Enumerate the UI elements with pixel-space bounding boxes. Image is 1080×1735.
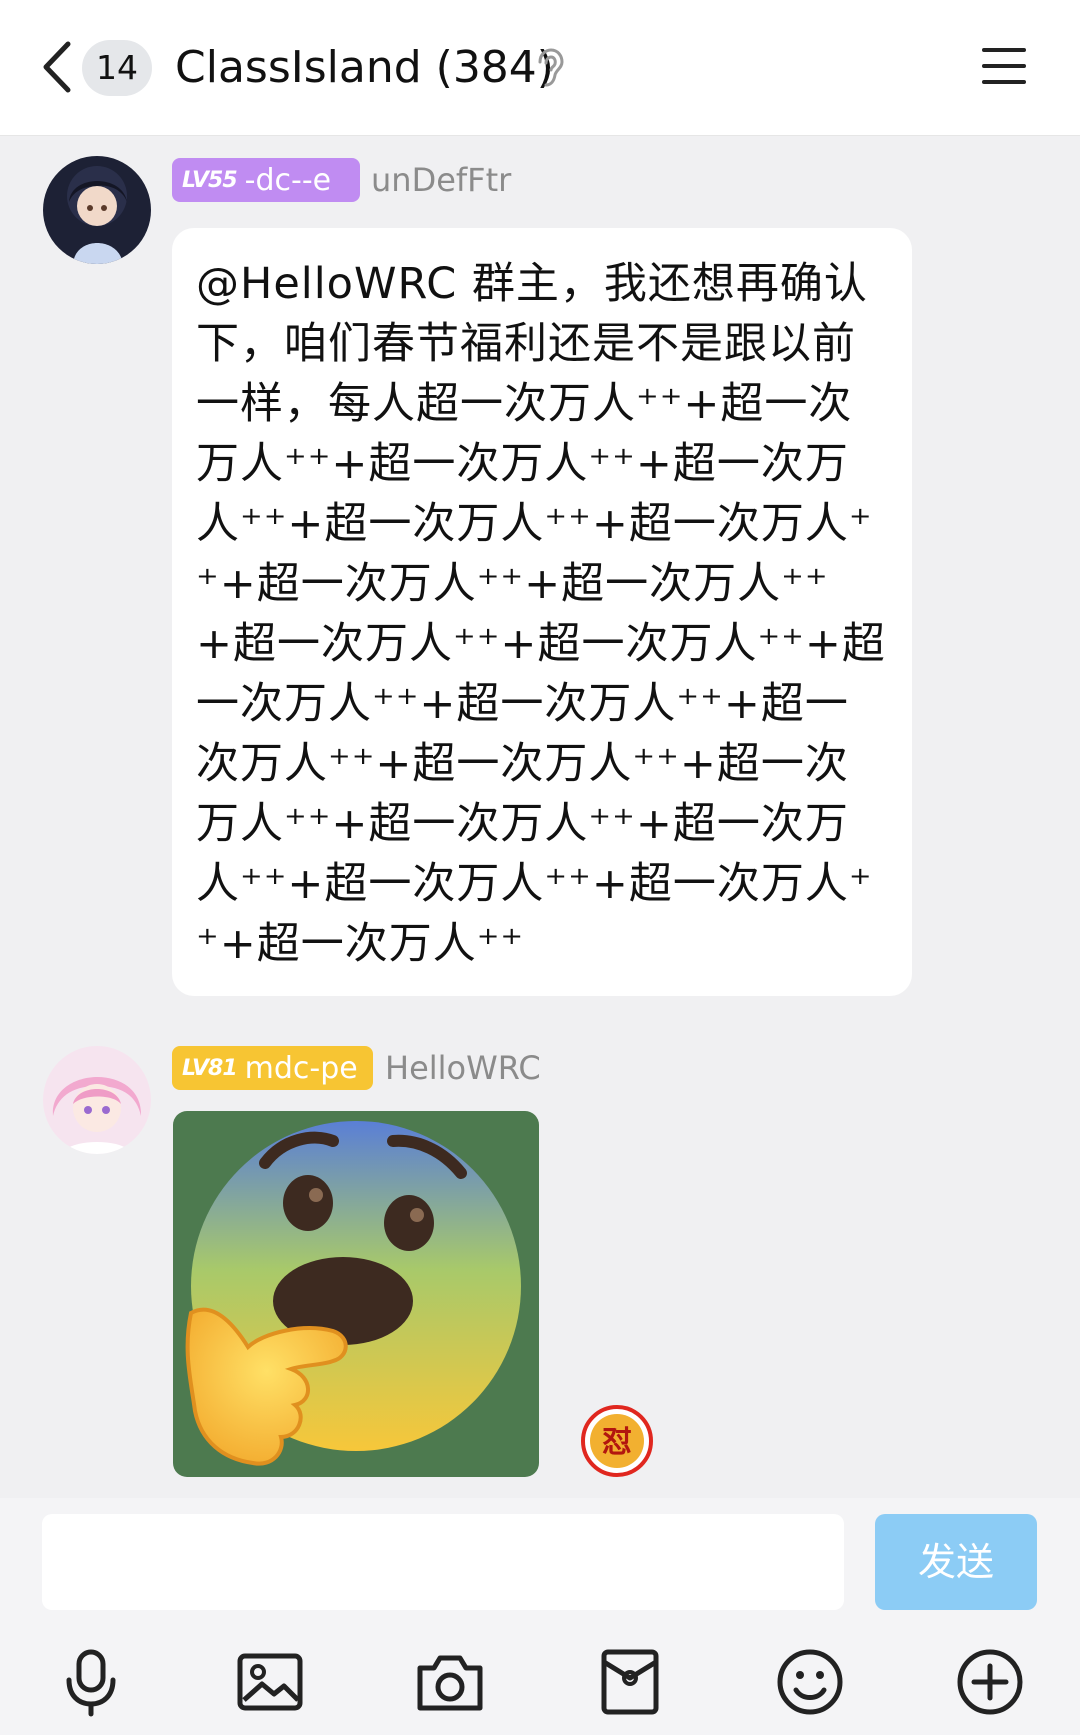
camera-button[interactable] (414, 1646, 486, 1718)
image-icon (237, 1653, 303, 1711)
ear-icon[interactable] (532, 48, 566, 88)
chat-header: 14 ClassIsland (384) (0, 0, 1080, 136)
level-title: -dc--e (244, 162, 332, 198)
menu-button[interactable] (980, 44, 1028, 88)
reaction-sticker[interactable]: 怼 (580, 1404, 654, 1478)
chevron-left-icon (43, 41, 71, 93)
input-bar: 发送 (0, 1498, 1080, 1735)
hamburger-menu-icon (982, 48, 1026, 84)
level-label: LV81 (182, 1055, 238, 1081)
level-title: mdc-pe (244, 1050, 358, 1086)
plus-icon (957, 1649, 1023, 1715)
reaction-glyph: 怼 (602, 1425, 632, 1460)
sticker-message[interactable] (173, 1111, 539, 1477)
sender-name[interactable]: HelloWRC (385, 1046, 541, 1090)
more-button[interactable] (954, 1646, 1026, 1718)
emoji-button[interactable] (774, 1646, 846, 1718)
sender-name[interactable]: unDefFtr (371, 158, 511, 202)
unread-count-badge[interactable]: 14 (82, 40, 152, 96)
back-button[interactable] (36, 38, 80, 96)
message-bubble[interactable]: @HelloWRC 群主，我还想再确认下，咱们春节福利还是不是跟以前一样，每人超… (172, 228, 912, 996)
image-button[interactable] (234, 1646, 306, 1718)
red-packet-button[interactable] (594, 1646, 666, 1718)
level-label: LV55 (182, 167, 238, 193)
level-badge: LV81 mdc-pe (172, 1046, 373, 1090)
avatar-undefftr[interactable] (43, 156, 151, 264)
camera-icon (417, 1655, 483, 1711)
microphone-icon (66, 1649, 116, 1717)
avatar-hellowrc[interactable] (43, 1046, 151, 1154)
voice-button[interactable] (55, 1646, 127, 1718)
level-badge: LV55 -dc--e (172, 158, 360, 202)
emoji-icon (777, 1649, 843, 1715)
thinking-fearful-face-emoji-icon (185, 1121, 521, 1466)
reaction-badge-icon: 怼 (581, 1405, 653, 1477)
send-button[interactable]: 发送 (875, 1514, 1037, 1610)
red-packet-icon (601, 1649, 659, 1715)
message-text: @HelloWRC 群主，我还想再确认下，咱们春节福利还是不是跟以前一样，每人超… (196, 259, 886, 969)
chat-title: ClassIsland (384) (175, 42, 554, 93)
message-input[interactable] (42, 1514, 844, 1610)
